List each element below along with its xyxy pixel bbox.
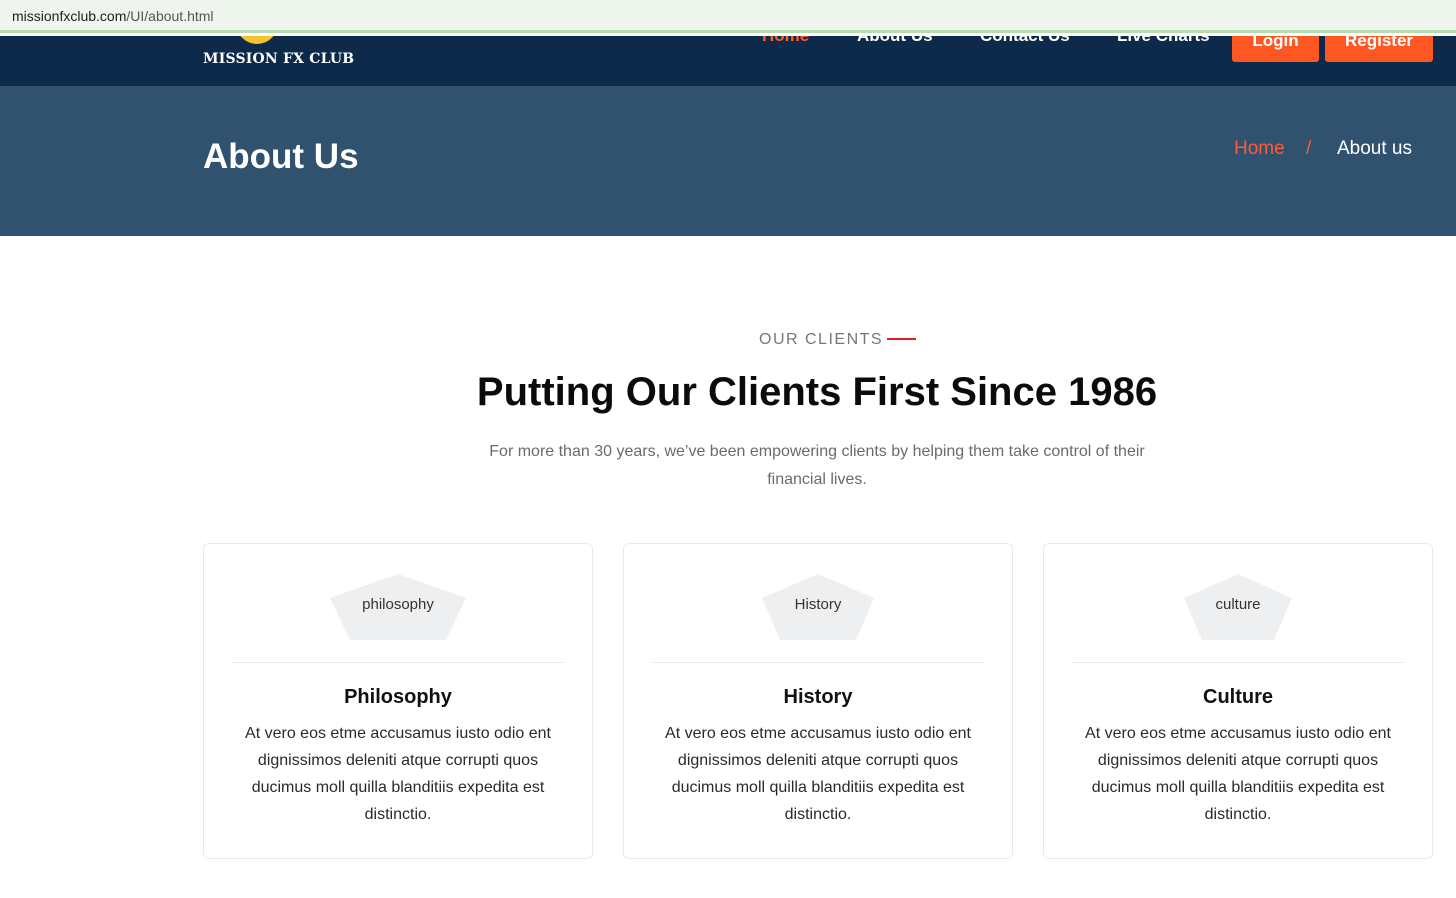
browser-address-bar[interactable]: missionfxclub.com/UI/about.html xyxy=(0,0,1456,33)
nav-link-live-charts[interactable]: Live Charts xyxy=(1117,36,1210,46)
card-divider xyxy=(653,662,983,663)
image-alt-text: philosophy xyxy=(362,596,434,613)
logo-text[interactable]: MISSION FX CLUB xyxy=(203,51,354,67)
history-image-icon: History xyxy=(748,574,888,640)
logo-icon[interactable] xyxy=(236,36,278,44)
top-navigation: MISSION FX CLUB Home About Us Contact Us… xyxy=(0,36,1456,86)
card-text: At vero eos etme accusamus iusto odio en… xyxy=(665,725,971,823)
card-title: History xyxy=(783,686,853,708)
card-divider xyxy=(1073,662,1403,663)
image-alt-text: History xyxy=(794,596,842,613)
breadcrumb-separator: / xyxy=(1306,138,1312,159)
image-alt-text: culture xyxy=(1215,596,1261,613)
eyebrow-accent-line xyxy=(887,338,916,340)
section-intro: For more than 30 years, we’ve been empow… xyxy=(489,443,1145,488)
philosophy-image-icon: philosophy xyxy=(328,574,468,640)
card-title: Culture xyxy=(1203,686,1273,708)
card-history: History History At vero eos etme accusam… xyxy=(623,543,1013,859)
card-divider xyxy=(233,662,563,663)
login-button[interactable]: Login xyxy=(1232,36,1319,62)
nav-link-contact-us[interactable]: Contact Us xyxy=(980,36,1070,46)
nav-link-about-us[interactable]: About Us xyxy=(857,36,933,46)
card-title: Philosophy xyxy=(344,686,452,708)
page-header-banner: About Us Home / About us xyxy=(0,86,1456,236)
url-text[interactable]: missionfxclub.com/UI/about.html xyxy=(12,8,214,24)
page-title: About Us xyxy=(203,137,359,176)
culture-image-icon: culture xyxy=(1168,574,1308,640)
register-button[interactable]: Register xyxy=(1325,36,1433,62)
nav-link-home[interactable]: Home xyxy=(762,36,809,46)
card-culture: culture Culture At vero eos etme accusam… xyxy=(1043,543,1433,859)
url-path: /UI/about.html xyxy=(126,8,214,24)
section-title: Putting Our Clients First Since 1986 xyxy=(476,370,1158,414)
card-philosophy: philosophy Philosophy At vero eos etme a… xyxy=(203,543,593,859)
section-eyebrow: OUR CLIENTS xyxy=(759,331,884,348)
breadcrumb-current: About us xyxy=(1337,138,1412,159)
card-text: At vero eos etme accusamus iusto odio en… xyxy=(245,725,551,823)
url-host: missionfxclub.com xyxy=(12,8,127,24)
breadcrumb-home[interactable]: Home xyxy=(1234,138,1285,160)
card-text: At vero eos etme accusamus iusto odio en… xyxy=(1085,725,1391,823)
